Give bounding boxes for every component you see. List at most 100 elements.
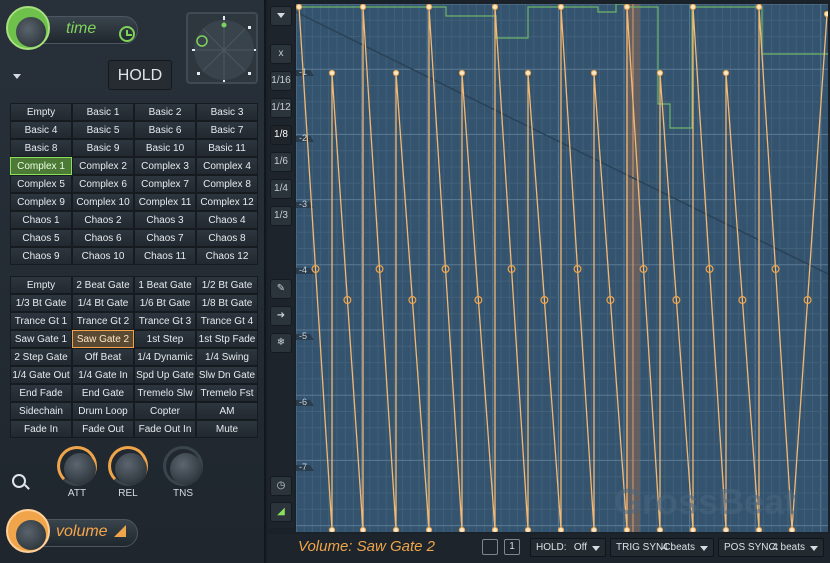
time-preset-button[interactable]: Complex 6 — [72, 175, 134, 193]
time-preset-button[interactable]: Empty — [10, 103, 72, 121]
volume-preset-button[interactable]: Trance Gt 1 — [10, 312, 72, 330]
envelope-canvas[interactable]: -1-2-3-4-5-6-7GrossBeat — [296, 4, 828, 532]
time-knob-face[interactable] — [16, 17, 46, 47]
volume-preset-button[interactable]: 1st Stp Fade — [196, 330, 258, 348]
volume-preset-button[interactable]: Mute — [196, 420, 258, 438]
rel-knob[interactable] — [108, 446, 148, 486]
volume-preset-button[interactable]: 1 Beat Gate — [134, 276, 196, 294]
volume-preset-button[interactable]: Drum Loop — [72, 402, 134, 420]
volume-preset-button[interactable]: Fade In — [10, 420, 72, 438]
volume-preset-button[interactable]: Empty — [10, 276, 72, 294]
time-preset-button[interactable]: Complex 9 — [10, 193, 72, 211]
volume-preset-button[interactable]: Tremelo Fst — [196, 384, 258, 402]
zoom-icon[interactable] — [12, 474, 26, 488]
preset-menu-chevron-down-icon[interactable] — [13, 74, 21, 79]
volume-preset-button[interactable]: 1/4 Dynamic — [134, 348, 196, 366]
time-preset-button[interactable]: Chaos 12 — [196, 247, 258, 265]
volume-preset-button[interactable]: 1/4 Bt Gate — [72, 294, 134, 312]
att-knob[interactable] — [57, 446, 97, 486]
graph-menu-button[interactable] — [270, 6, 292, 26]
volume-preset-button[interactable]: Sidechain — [10, 402, 72, 420]
volume-preset-button[interactable]: Spd Up Gate — [134, 366, 196, 384]
time-preset-button[interactable]: Chaos 10 — [72, 247, 134, 265]
shape-button[interactable]: ◢ — [270, 502, 292, 522]
volume-preset-button[interactable]: AM — [196, 402, 258, 420]
time-preset-button[interactable]: Complex 7 — [134, 175, 196, 193]
snap-button-1-4[interactable]: 1/4 — [270, 179, 292, 199]
time-preset-button[interactable]: Complex 3 — [134, 157, 196, 175]
snap-button-1-12[interactable]: 1/12 — [270, 98, 292, 118]
time-knob[interactable] — [6, 6, 50, 50]
volume-preset-button[interactable]: Slw Dn Gate — [196, 366, 258, 384]
time-preset-button[interactable]: Basic 9 — [72, 139, 134, 157]
time-preset-button[interactable]: Chaos 4 — [196, 211, 258, 229]
time-preset-button[interactable]: Basic 7 — [196, 121, 258, 139]
volume-preset-button[interactable]: Copter — [134, 402, 196, 420]
grid-toggle-button[interactable] — [482, 539, 498, 555]
volume-knob-pill[interactable]: volume — [6, 509, 138, 553]
volume-preset-button[interactable]: Saw Gate 1 — [10, 330, 72, 348]
volume-preset-button[interactable]: 1/6 Bt Gate — [134, 294, 196, 312]
tns-knob-face[interactable] — [170, 453, 202, 485]
volume-preset-button[interactable]: 1/4 Swing — [196, 348, 258, 366]
volume-knob-face[interactable] — [16, 520, 46, 550]
time-preset-button[interactable]: Complex 2 — [72, 157, 134, 175]
time-preset-button[interactable]: Basic 11 — [196, 139, 258, 157]
time-preset-button[interactable]: Chaos 8 — [196, 229, 258, 247]
pos-sync-dropdown[interactable]: POS SYNC: 4 beats — [718, 538, 824, 557]
arrow-tool-button[interactable]: ➜ — [270, 306, 292, 326]
volume-preset-button[interactable]: Fade Out — [72, 420, 134, 438]
snap-button-1-8[interactable]: 1/8 — [270, 125, 292, 145]
time-preset-button[interactable]: Complex 11 — [134, 193, 196, 211]
time-knob-pill[interactable]: time — [6, 6, 138, 50]
volume-preset-button[interactable]: 2 Beat Gate — [72, 276, 134, 294]
time-preset-button[interactable]: Basic 3 — [196, 103, 258, 121]
time-preset-button[interactable]: Chaos 6 — [72, 229, 134, 247]
one-button[interactable]: 1 — [504, 539, 520, 555]
volume-preset-button[interactable]: 1/8 Bt Gate — [196, 294, 258, 312]
time-preset-button[interactable]: Basic 4 — [10, 121, 72, 139]
time-preset-button[interactable]: Basic 1 — [72, 103, 134, 121]
volume-preset-button[interactable]: End Gate — [72, 384, 134, 402]
volume-knob[interactable] — [6, 509, 50, 553]
time-preset-button[interactable]: Chaos 3 — [134, 211, 196, 229]
volume-preset-button[interactable]: Trance Gt 2 — [72, 312, 134, 330]
time-preset-button[interactable]: Basic 5 — [72, 121, 134, 139]
time-preset-button[interactable]: Complex 4 — [196, 157, 258, 175]
envelope-graph[interactable]: -1 -2 -3 -4 -5 -6 -7 GrossBeat — [296, 4, 828, 532]
volume-preset-button[interactable]: 1/4 Gate Out — [10, 366, 72, 384]
volume-preset-button[interactable]: Trance Gt 4 — [196, 312, 258, 330]
volume-preset-button[interactable]: 1/3 Bt Gate — [10, 294, 72, 312]
volume-preset-button[interactable]: 1st Step — [134, 330, 196, 348]
volume-preset-button[interactable]: Saw Gate 2 — [72, 330, 134, 348]
volume-preset-button[interactable]: Trance Gt 3 — [134, 312, 196, 330]
time-preset-button[interactable]: Complex 1 — [10, 157, 72, 175]
volume-preset-button[interactable]: 2 Step Gate — [10, 348, 72, 366]
rel-knob-face[interactable] — [115, 453, 147, 485]
draw-tool-button[interactable]: ✎ — [270, 279, 292, 299]
settings-tool-button[interactable]: ❄ — [270, 333, 292, 353]
volume-preset-button[interactable]: 1/2 Bt Gate — [196, 276, 258, 294]
trig-sync-dropdown[interactable]: TRIG SYNC: 4 beats — [610, 538, 714, 557]
time-preset-button[interactable]: Basic 8 — [10, 139, 72, 157]
time-preset-button[interactable]: Chaos 9 — [10, 247, 72, 265]
hold-button[interactable]: HOLD — [108, 60, 172, 90]
time-preset-button[interactable]: Basic 2 — [134, 103, 196, 121]
tns-knob[interactable] — [163, 446, 203, 486]
time-preset-button[interactable]: Chaos 1 — [10, 211, 72, 229]
snap-button-1-3[interactable]: 1/3 — [270, 206, 292, 226]
time-preset-button[interactable]: Complex 5 — [10, 175, 72, 193]
volume-preset-button[interactable]: 1/4 Gate In — [72, 366, 134, 384]
snap-button-1-16[interactable]: 1/16 — [270, 71, 292, 91]
snap-button-1-6[interactable]: 1/6 — [270, 152, 292, 172]
att-knob-face[interactable] — [64, 453, 96, 485]
time-preset-button[interactable]: Chaos 11 — [134, 247, 196, 265]
clock-button[interactable]: ◷ — [270, 476, 292, 496]
time-preset-button[interactable]: Chaos 7 — [134, 229, 196, 247]
volume-preset-button[interactable]: Off Beat — [72, 348, 134, 366]
hold-dropdown[interactable]: HOLD: Off — [530, 538, 606, 557]
time-preset-button[interactable]: Complex 12 — [196, 193, 258, 211]
time-preset-button[interactable]: Basic 10 — [134, 139, 196, 157]
time-preset-button[interactable]: Chaos 2 — [72, 211, 134, 229]
volume-preset-button[interactable]: Tremelo Slw — [134, 384, 196, 402]
